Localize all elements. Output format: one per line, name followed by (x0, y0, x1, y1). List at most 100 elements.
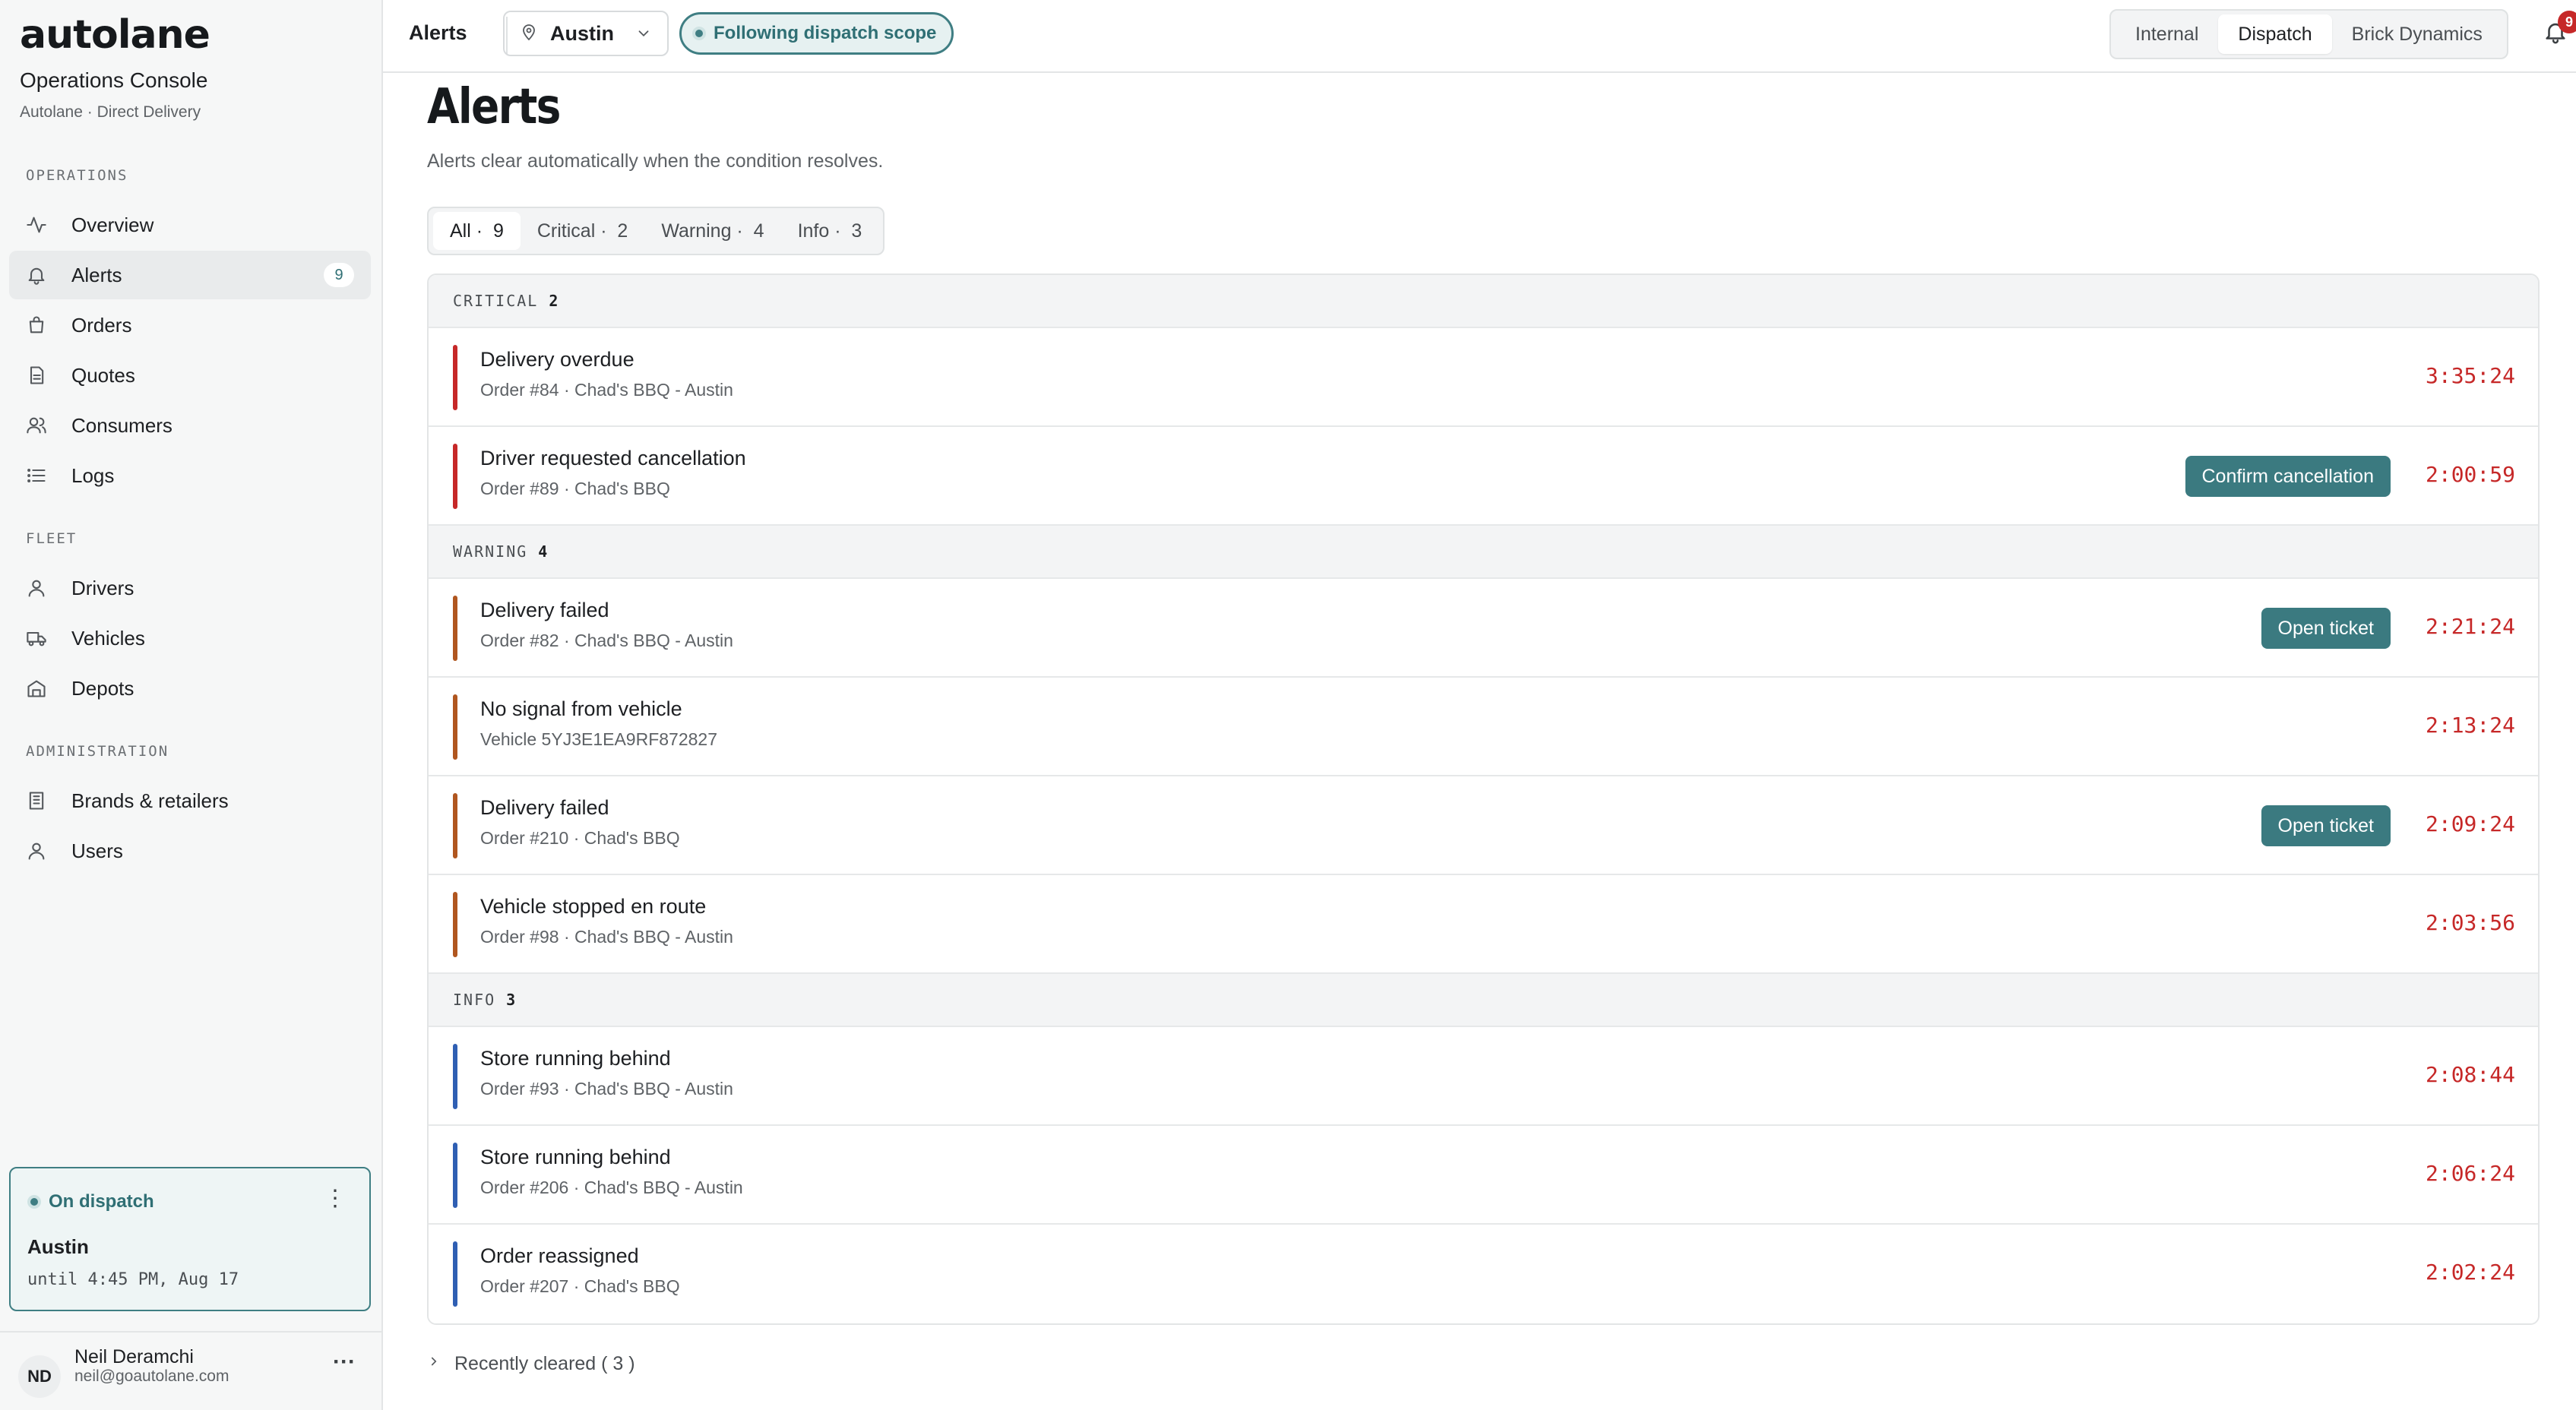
nav-section-fleet: FLEET (26, 530, 78, 547)
dispatch-until: until 4:45 PM, Aug 17 (27, 1270, 239, 1289)
severity-bar (453, 694, 457, 760)
alert-subtitle: Order #98 · Chad's BBQ - Austin (480, 927, 733, 947)
recently-cleared-label: Recently cleared ( 3 ) (454, 1353, 635, 1374)
users-icon (26, 414, 62, 437)
alert-title: Delivery overdue (480, 348, 635, 371)
sidebar-item-label: Alerts (71, 263, 122, 286)
alert-title: Vehicle stopped en route (480, 895, 707, 918)
confirm-cancellation-button[interactable]: Confirm cancellation (2185, 456, 2391, 497)
avatar: ND (18, 1355, 61, 1398)
alert-subtitle: Order #210 · Chad's BBQ (480, 828, 680, 848)
alert-title: No signal from vehicle (480, 697, 682, 720)
alert-row[interactable]: Delivery failed Order #210 · Chad's BBQ … (429, 776, 2538, 875)
alert-subtitle: Order #89 · Chad's BBQ (480, 479, 670, 498)
alert-subtitle: Order #207 · Chad's BBQ (480, 1276, 680, 1296)
more-options-icon[interactable]: ··· (333, 1349, 356, 1375)
status-dot-icon (692, 27, 706, 40)
document-icon (26, 364, 62, 387)
alert-row[interactable]: Store running behind Order #93 · Chad's … (429, 1027, 2538, 1126)
open-ticket-button[interactable]: Open ticket (2261, 805, 2391, 846)
severity-bar (453, 345, 457, 410)
alert-timer: 2:21:24 (2425, 614, 2515, 639)
group-name: CRITICAL (453, 292, 539, 310)
filter-tab-warning[interactable]: Warning · 4 (644, 212, 780, 250)
workspace-switcher: Internal Dispatch Brick Dynamics (2109, 9, 2508, 59)
recently-cleared-toggle[interactable]: Recently cleared ( 3 ) (427, 1352, 635, 1376)
filter-tab-all[interactable]: All · 9 (433, 212, 521, 250)
alert-timer: 2:00:59 (2425, 462, 2515, 487)
city-select[interactable]: Austin (503, 11, 669, 56)
dispatch-status-card: On dispatch ⋮ Austin until 4:45 PM, Aug … (9, 1167, 371, 1311)
nav-section-operations: OPERATIONS (26, 167, 128, 184)
alert-row[interactable]: Delivery failed Order #82 · Chad's BBQ -… (429, 579, 2538, 678)
sidebar-item-users[interactable]: Users (9, 827, 371, 875)
tab-dispatch[interactable]: Dispatch (2218, 14, 2332, 54)
activity-icon (26, 213, 62, 236)
tab-internal[interactable]: Internal (2116, 14, 2218, 54)
sidebar-item-orders[interactable]: Orders (9, 301, 371, 349)
alert-row[interactable]: Store running behind Order #206 · Chad's… (429, 1126, 2538, 1225)
alert-subtitle: Vehicle 5YJ3E1EA9RF872827 (480, 729, 717, 749)
alert-title: Store running behind (480, 1146, 671, 1168)
dispatch-scope-pill[interactable]: Following dispatch scope (679, 12, 954, 55)
city-select-label: Austin (550, 21, 614, 45)
chevron-right-icon (427, 1352, 441, 1376)
alert-row[interactable]: Delivery overdue Order #84 · Chad's BBQ … (429, 328, 2538, 427)
alert-title: Driver requested cancellation (480, 447, 746, 469)
alert-subtitle: Order #93 · Chad's BBQ - Austin (480, 1079, 733, 1099)
notifications-badge: 9 (2558, 11, 2576, 33)
filter-tab-critical[interactable]: Critical · 2 (521, 212, 644, 250)
severity-bar (453, 596, 457, 661)
sidebar-item-quotes[interactable]: Quotes (9, 351, 371, 400)
sidebar-item-overview[interactable]: Overview (9, 201, 371, 249)
alert-timer: 2:06:24 (2425, 1161, 2515, 1186)
alert-row[interactable]: Vehicle stopped en route Order #98 · Cha… (429, 875, 2538, 974)
sidebar-item-drivers[interactable]: Drivers (9, 564, 371, 612)
sidebar-item-label: Vehicles (71, 626, 145, 650)
sidebar-item-vehicles[interactable]: Vehicles (9, 614, 371, 662)
group-header-warning: WARNING 4 (429, 526, 2538, 579)
page-description: Alerts clear automatically when the cond… (427, 150, 884, 172)
autolane-logo[interactable]: autolane (20, 12, 210, 58)
sidebar: autolane Operations Console Autolane · D… (0, 0, 383, 1410)
kebab-menu-icon[interactable]: ⋮ (324, 1185, 347, 1212)
sidebar-item-brands-retailers[interactable]: Brands & retailers (9, 776, 371, 825)
alert-row[interactable]: No signal from vehicle Vehicle 5YJ3E1EA9… (429, 678, 2538, 776)
group-name: WARNING (453, 542, 528, 561)
list-icon (26, 464, 62, 487)
sidebar-item-alerts[interactable]: Alerts 9 (9, 251, 371, 299)
sidebar-item-label: Depots (71, 676, 134, 700)
sidebar-item-label: Overview (71, 213, 154, 236)
tab-brick-dynamics[interactable]: Brick Dynamics (2332, 14, 2502, 54)
app-subtitle: Autolane · Direct Delivery (20, 103, 201, 121)
alert-subtitle: Order #84 · Chad's BBQ - Austin (480, 380, 733, 400)
alerts-list: CRITICAL 2 Delivery overdue Order #84 · … (427, 273, 2540, 1325)
alert-timer: 2:08:44 (2425, 1062, 2515, 1087)
open-ticket-button[interactable]: Open ticket (2261, 608, 2391, 649)
alert-row[interactable]: Driver requested cancellation Order #89 … (429, 427, 2538, 526)
chevron-down-icon (635, 23, 652, 48)
user-profile[interactable]: ND Neil Deramchi neil@goautolane.com ··· (0, 1331, 383, 1410)
alert-title: Delivery failed (480, 599, 609, 621)
nav-section-administration: ADMINISTRATION (26, 743, 169, 760)
group-header-critical: CRITICAL 2 (429, 275, 2538, 328)
sidebar-item-label: Drivers (71, 576, 134, 599)
warehouse-icon (26, 677, 62, 700)
alert-row[interactable]: Order reassigned Order #207 · Chad's BBQ… (429, 1225, 2538, 1323)
page-title: Alerts (427, 79, 561, 135)
alert-subtitle: Order #82 · Chad's BBQ - Austin (480, 631, 733, 650)
sidebar-item-depots[interactable]: Depots (9, 664, 371, 713)
sidebar-item-consumers[interactable]: Consumers (9, 401, 371, 450)
sidebar-item-logs[interactable]: Logs (9, 451, 371, 500)
status-dot-icon (27, 1195, 41, 1209)
severity-bar (453, 1143, 457, 1208)
alert-title: Order reassigned (480, 1244, 639, 1267)
scope-label: Following dispatch scope (714, 23, 937, 43)
filter-tab-info[interactable]: Info · 3 (781, 212, 879, 250)
severity-bar (453, 444, 457, 509)
sidebar-item-label: Consumers (71, 413, 172, 437)
alerts-count-badge: 9 (324, 263, 354, 287)
alert-title: Delivery failed (480, 796, 609, 819)
user-icon (26, 577, 62, 599)
alert-title: Store running behind (480, 1047, 671, 1070)
